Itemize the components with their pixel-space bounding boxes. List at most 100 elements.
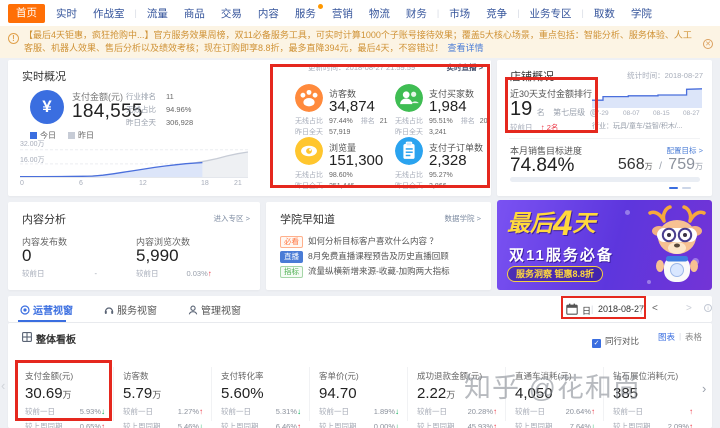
nav-item-bizzone[interactable]: 业务专区: [525, 6, 577, 21]
nav-divider: |: [436, 8, 440, 18]
visitors-paw-icon: [295, 84, 323, 112]
trend-tick-3: 08-15: [653, 110, 670, 117]
date-value[interactable]: 2018-08-27: [598, 304, 644, 314]
person-icon: [188, 305, 198, 315]
suborders-sub2: 昨日全天 3,866: [395, 183, 447, 190]
double11-promo-banner[interactable]: 最后4天 双11服务必备 服务洞察 钜惠8.8折: [497, 200, 712, 290]
nav-item-academy[interactable]: 学院: [626, 6, 657, 21]
nav-item-competition[interactable]: 竞争: [481, 6, 512, 21]
academy-link[interactable]: 数据学院 >: [445, 213, 481, 224]
buyers-sub2: 昨日全天 3,241: [395, 129, 447, 136]
metric-visitors: 访客数 5.79万 较前一日 1.27% ↑ 较上周同期 5.46% ↓: [123, 370, 209, 428]
close-icon[interactable]: ✕: [703, 39, 713, 49]
trend-arrow-icon: ↑: [689, 422, 693, 428]
carousel-dash-active[interactable]: [669, 187, 678, 189]
rank-value-row: 19 名 第七层级 i: [510, 98, 598, 121]
rank-compare-row: 较前日 ↑ 2名: [510, 123, 559, 132]
trend-arrow-icon: ↓: [199, 422, 203, 428]
trend-arrow-icon: ↑: [591, 407, 595, 416]
academy-item-2[interactable]: 直播 8月免费直播课程预告及历史直播回顾: [280, 250, 449, 263]
content-zone-link[interactable]: 进入专区 >: [214, 213, 250, 224]
wireless-share-row: 无线占比 94.96%: [126, 105, 192, 114]
nav-item-market[interactable]: 市场: [444, 6, 475, 21]
tab-operations-view[interactable]: 运营视窗: [20, 302, 73, 317]
trend-tick-2: 08-07: [623, 110, 640, 117]
carousel-dash[interactable]: [682, 187, 691, 189]
x-tick-12: 12: [139, 180, 147, 187]
goal-percent: 74.84%: [510, 155, 575, 176]
realtime-area-chart: [20, 149, 248, 178]
trend-arrow-icon: ↓: [591, 422, 595, 428]
banner-subline: 双11服务必备: [509, 247, 614, 264]
tab-management-view[interactable]: 管理视窗: [188, 302, 241, 317]
date-next-button[interactable]: >: [686, 303, 692, 314]
checkbox-checked-icon[interactable]: ✓: [592, 339, 601, 348]
date-prev-button[interactable]: <: [652, 303, 658, 314]
up-arrow-icon: ↑: [207, 269, 212, 278]
metric-refund-amount: 成功退款金额(元) 2.22万 较前一日 20.28% ↑ 较上周同期 45.93% ↑: [417, 370, 503, 428]
banner-headline: 最后4天: [507, 204, 596, 243]
yesterday-total-row: 昨日全天 306,928: [126, 118, 194, 127]
nav-item-trade[interactable]: 交易: [216, 6, 247, 21]
column-divider: [113, 367, 114, 421]
realtime-overview-card: 实时概况 更新时间：2018-08-27 21:59:59 实时直播 > ¥ 支…: [8, 60, 491, 196]
nav-item-realtime[interactable]: 实时: [51, 6, 82, 21]
nav-item-service[interactable]: 服务: [290, 3, 323, 21]
column-divider: [603, 367, 604, 421]
nav-item-data[interactable]: 取数: [589, 6, 620, 21]
nav-item-traffic[interactable]: 流量: [142, 6, 173, 21]
stat-time: 统计时间：2018-08-27: [627, 71, 703, 80]
trend-arrow-icon: ↑: [101, 422, 105, 428]
tag-mustread: 必看: [280, 236, 303, 248]
view-compare: 较前日 0.03%↑: [136, 269, 212, 278]
deer-mascot: [648, 205, 706, 282]
calendar-icon[interactable]: [566, 303, 578, 315]
trend-arrow-icon: ↓: [395, 407, 399, 416]
metric-ztc-spend: 直通车消耗(元) 4,050 较前一日 20.64% ↑ 较上周同期 7.64% ↓: [515, 370, 601, 428]
top-nav: 首页 实时 作战室 | 流量 商品 交易 内容 服务 营销 物流 财务 | 市场…: [0, 0, 720, 26]
suborders-sub1: 无线占比 95.27%: [395, 172, 453, 179]
trend-arrow-icon: ↓: [297, 407, 301, 416]
date-granularity[interactable]: 日: [582, 304, 591, 317]
trend-arrow-icon: ↑: [297, 422, 301, 428]
column-divider: [211, 367, 212, 421]
academy-item-3[interactable]: 指标 流量纵横新增来源-收藏-加购两大指标: [280, 265, 450, 278]
nav-item-home[interactable]: 首页: [8, 3, 45, 23]
column-divider: [505, 367, 506, 421]
banner-pill: 服务洞察 钜惠8.8折: [507, 266, 604, 282]
nav-item-logistics[interactable]: 物流: [364, 6, 395, 21]
peer-compare-toggle[interactable]: ✓ 同行对比: [592, 331, 639, 349]
visitors-sub1: 无线占比 97.44% 排名 21: [295, 118, 388, 125]
academy-item-1[interactable]: 必看 如何分析目标客户喜欢什么内容 ？: [280, 235, 438, 248]
headset-icon: [104, 306, 114, 314]
nav-item-finance[interactable]: 财务: [401, 6, 432, 21]
nav-item-content[interactable]: 内容: [253, 6, 284, 21]
industry-category: 行业：玩具/童车/益智/积木/...: [592, 123, 683, 130]
view-table-link[interactable]: 表格: [685, 331, 702, 343]
metrics-prev-arrow[interactable]: ‹: [1, 378, 5, 393]
metric-avg-order-value: 客单价(元) 94.70 较前一日 1.89% ↓ 较上周同期 0.00% ↓: [319, 370, 405, 428]
view-chart-link[interactable]: 图表: [658, 331, 675, 343]
nav-item-goods[interactable]: 商品: [179, 6, 210, 21]
buyers-users-icon: [395, 84, 423, 112]
realtime-title: 实时概况: [22, 71, 66, 83]
visitors-value: 34,874: [329, 98, 375, 115]
pageviews-value: 151,300: [329, 152, 384, 169]
goal-values: 568万 / 759万: [617, 156, 703, 173]
publish-compare: 较前日 -: [22, 269, 97, 278]
x-tick-0: 0: [20, 180, 24, 187]
realtime-live-link[interactable]: 实时直播 >: [447, 62, 483, 73]
goal-config-link[interactable]: 配置目标 >: [667, 145, 703, 156]
suborders-clipboard-icon: [395, 137, 423, 165]
nav-item-marketing[interactable]: 营销: [327, 6, 358, 21]
metrics-next-arrow[interactable]: ›: [702, 381, 706, 396]
notice-detail-link[interactable]: 查看详情: [448, 43, 484, 53]
trend-tick-1: 07-29: [592, 110, 609, 117]
buyers-value: 1,984: [429, 98, 467, 115]
date-info-icon[interactable]: i: [704, 304, 712, 312]
nav-item-warroom[interactable]: 作战室: [88, 6, 130, 21]
column-divider: [309, 367, 310, 421]
tab-service-view[interactable]: 服务视窗: [104, 302, 157, 317]
goal-progress-track: [510, 177, 700, 182]
content-analysis-card: 内容分析 进入专区 > 内容发布数 0 较前日 - 内容浏览次数 5,990 较前…: [8, 202, 260, 290]
